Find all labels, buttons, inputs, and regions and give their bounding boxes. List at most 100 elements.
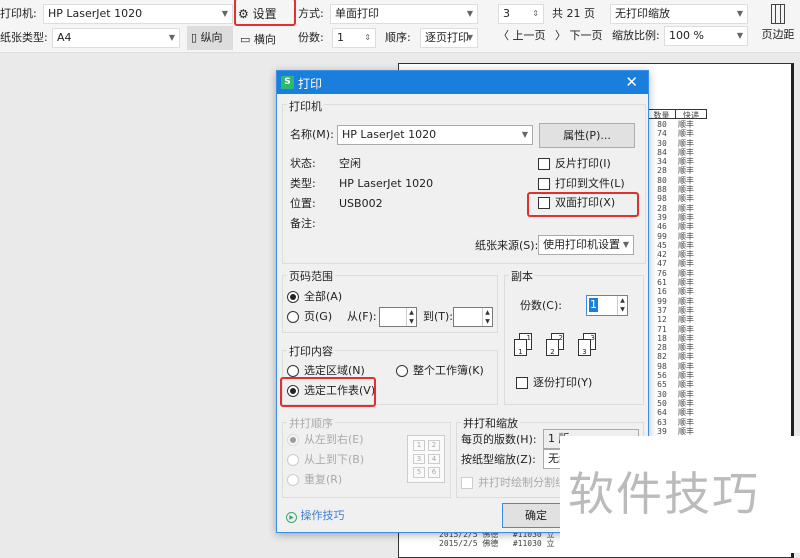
properties-button[interactable]: 属性(P)... xyxy=(539,123,635,148)
top-to-bottom-radio[interactable] xyxy=(287,454,299,466)
printer-group-label: 打印机 xyxy=(287,98,324,114)
chevron-down-icon: ▼ xyxy=(736,9,743,18)
order-value: 逐页打印 xyxy=(425,31,469,44)
paper-source-select[interactable]: 使用打印机设置 ▼ xyxy=(538,235,634,255)
order-label: 顺序: xyxy=(385,31,411,44)
quantity-cell: 99 xyxy=(657,296,667,306)
all-pages-radio[interactable] xyxy=(287,291,299,303)
selection-label: 选定区域(N) xyxy=(304,364,365,377)
printer-label: 打印机: xyxy=(0,7,37,20)
courier-cell: 顺丰 xyxy=(678,305,694,315)
paper-source-value: 使用打印机设置 xyxy=(543,238,620,251)
courier-cell: 顺丰 xyxy=(678,426,694,436)
printer-select[interactable]: HP LaserJet 1020 ▼ xyxy=(43,4,233,24)
left-to-right-radio[interactable] xyxy=(287,434,299,446)
copies-input[interactable]: 1 ▲ ▼ xyxy=(586,295,628,316)
preview-row: 45 顺丰 xyxy=(649,241,705,250)
prev-page-button[interactable]: 〈 上一页 xyxy=(498,26,546,46)
scale-to-paper-label: 按纸型缩放(Z): xyxy=(461,453,536,466)
page-number-input[interactable]: 3 ⇕ xyxy=(498,4,544,24)
quantity-cell: 80 xyxy=(657,175,667,185)
play-icon: ▶ xyxy=(286,512,297,523)
close-icon[interactable]: ✕ xyxy=(625,73,638,91)
wps-logo-icon: S xyxy=(281,76,294,89)
collate-checkbox[interactable] xyxy=(516,377,528,389)
print-preview-toolbar: 打印机: HP LaserJet 1020 ▼ ⚙ 设置 方式: 单面打印 ▼ 3 ⇕… xyxy=(0,0,800,53)
preview-row: 64 顺丰 xyxy=(649,408,705,417)
zoom-value: 100 % xyxy=(669,29,704,42)
preview-row: 61 顺丰 xyxy=(649,278,705,287)
courier-cell: 顺丰 xyxy=(678,389,694,399)
courier-cell: 顺丰 xyxy=(678,417,694,427)
quantity-cell: 50 xyxy=(657,398,667,408)
to-label: 到(T): xyxy=(423,310,454,323)
preview-row: 18 顺丰 xyxy=(649,334,705,343)
quantity-cell: 39 xyxy=(657,426,667,436)
print-to-file-checkbox[interactable] xyxy=(538,178,550,190)
landscape-button[interactable]: ▭ 横向 xyxy=(240,30,276,50)
selection-radio[interactable] xyxy=(287,365,299,377)
preview-row: 30 顺丰 xyxy=(649,139,705,148)
reverse-print-checkbox[interactable] xyxy=(538,158,550,170)
zoom-select[interactable]: 100 % ▼ xyxy=(664,26,748,46)
from-label: 从(F): xyxy=(347,310,377,323)
prev-page-label: 上一页 xyxy=(512,29,546,42)
portrait-button[interactable]: ▯ 纵向 xyxy=(187,26,233,50)
print-to-file-label: 打印到文件(L) xyxy=(555,177,625,190)
total-pages: 共 21 页 xyxy=(552,7,595,20)
tips-link[interactable]: ▶ 操作技巧 xyxy=(286,509,345,523)
preview-row: 28 顺丰 xyxy=(649,204,705,213)
courier-cell: 顺丰 xyxy=(678,231,694,241)
scale-mode-select[interactable]: 无打印缩放 ▼ xyxy=(610,4,748,24)
tips-label: 操作技巧 xyxy=(300,509,345,522)
zoom-label: 缩放比例: xyxy=(612,29,660,42)
mode-select[interactable]: 单面打印 ▼ xyxy=(330,4,478,24)
scale-mode-value: 无打印缩放 xyxy=(615,7,670,20)
status-value: 空闲 xyxy=(339,157,361,170)
copies-label: 份数(C): xyxy=(520,299,562,312)
to-page-input[interactable]: ▲ ▼ xyxy=(453,307,493,327)
spinner-icon[interactable]: ▲ ▼ xyxy=(617,296,627,315)
copies-input[interactable]: 1 ⇕ xyxy=(332,28,376,48)
paper-value: A4 xyxy=(57,31,72,44)
preview-row: 88 顺丰 xyxy=(649,185,705,194)
pages-radio[interactable] xyxy=(287,311,299,323)
courier-cell: 顺丰 xyxy=(678,147,694,157)
courier-cell: 顺丰 xyxy=(678,315,694,325)
printer-name-select[interactable]: HP LaserJet 1020 ▼ xyxy=(337,125,533,145)
draw-lines-checkbox[interactable] xyxy=(461,477,473,489)
courier-cell: 顺丰 xyxy=(678,408,694,418)
quantity-cell: 34 xyxy=(657,157,667,167)
repeat-radio[interactable] xyxy=(287,474,299,486)
order-grid-icon: 12 34 56 xyxy=(407,435,445,483)
preview-row: 39 顺丰 xyxy=(649,427,705,436)
margins-button[interactable]: 页边距 xyxy=(758,2,798,42)
from-page-input[interactable]: ▲ ▼ xyxy=(379,307,417,327)
next-page-button[interactable]: 〉 下一页 xyxy=(555,26,603,46)
order-select[interactable]: 逐页打印 ▼ xyxy=(420,28,478,48)
location-label: 位置: xyxy=(290,197,316,210)
preview-row: 28 顺丰 xyxy=(649,166,705,175)
whole-workbook-radio[interactable] xyxy=(396,365,408,377)
courier-cell: 顺丰 xyxy=(678,352,694,362)
copies-value: 1 xyxy=(589,298,598,312)
left-to-right-label: 从左到右(E) xyxy=(304,433,364,446)
preview-row: 80 顺丰 xyxy=(649,120,705,129)
watermark: 软件技巧 xyxy=(560,436,800,553)
preview-row: 98 顺丰 xyxy=(649,194,705,203)
spinner-icon[interactable]: ▲ ▼ xyxy=(482,308,492,326)
courier-cell: 顺丰 xyxy=(678,194,694,204)
courier-cell: 顺丰 xyxy=(678,296,694,306)
quantity-cell: 84 xyxy=(657,147,667,157)
courier-cell: 顺丰 xyxy=(678,333,694,343)
spinner-icon[interactable]: ▲ ▼ xyxy=(406,308,416,326)
preview-row: 42 顺丰 xyxy=(649,250,705,259)
next-page-label: 下一页 xyxy=(569,29,603,42)
quantity-cell: 74 xyxy=(657,129,667,139)
paper-select[interactable]: A4 ▼ xyxy=(52,28,180,48)
chevron-down-icon: ▼ xyxy=(466,9,473,18)
header-courier: 快递 xyxy=(683,111,699,120)
copies-label: 份数: xyxy=(298,31,324,44)
courier-cell: 顺丰 xyxy=(678,240,694,250)
quantity-cell: 71 xyxy=(657,324,667,334)
